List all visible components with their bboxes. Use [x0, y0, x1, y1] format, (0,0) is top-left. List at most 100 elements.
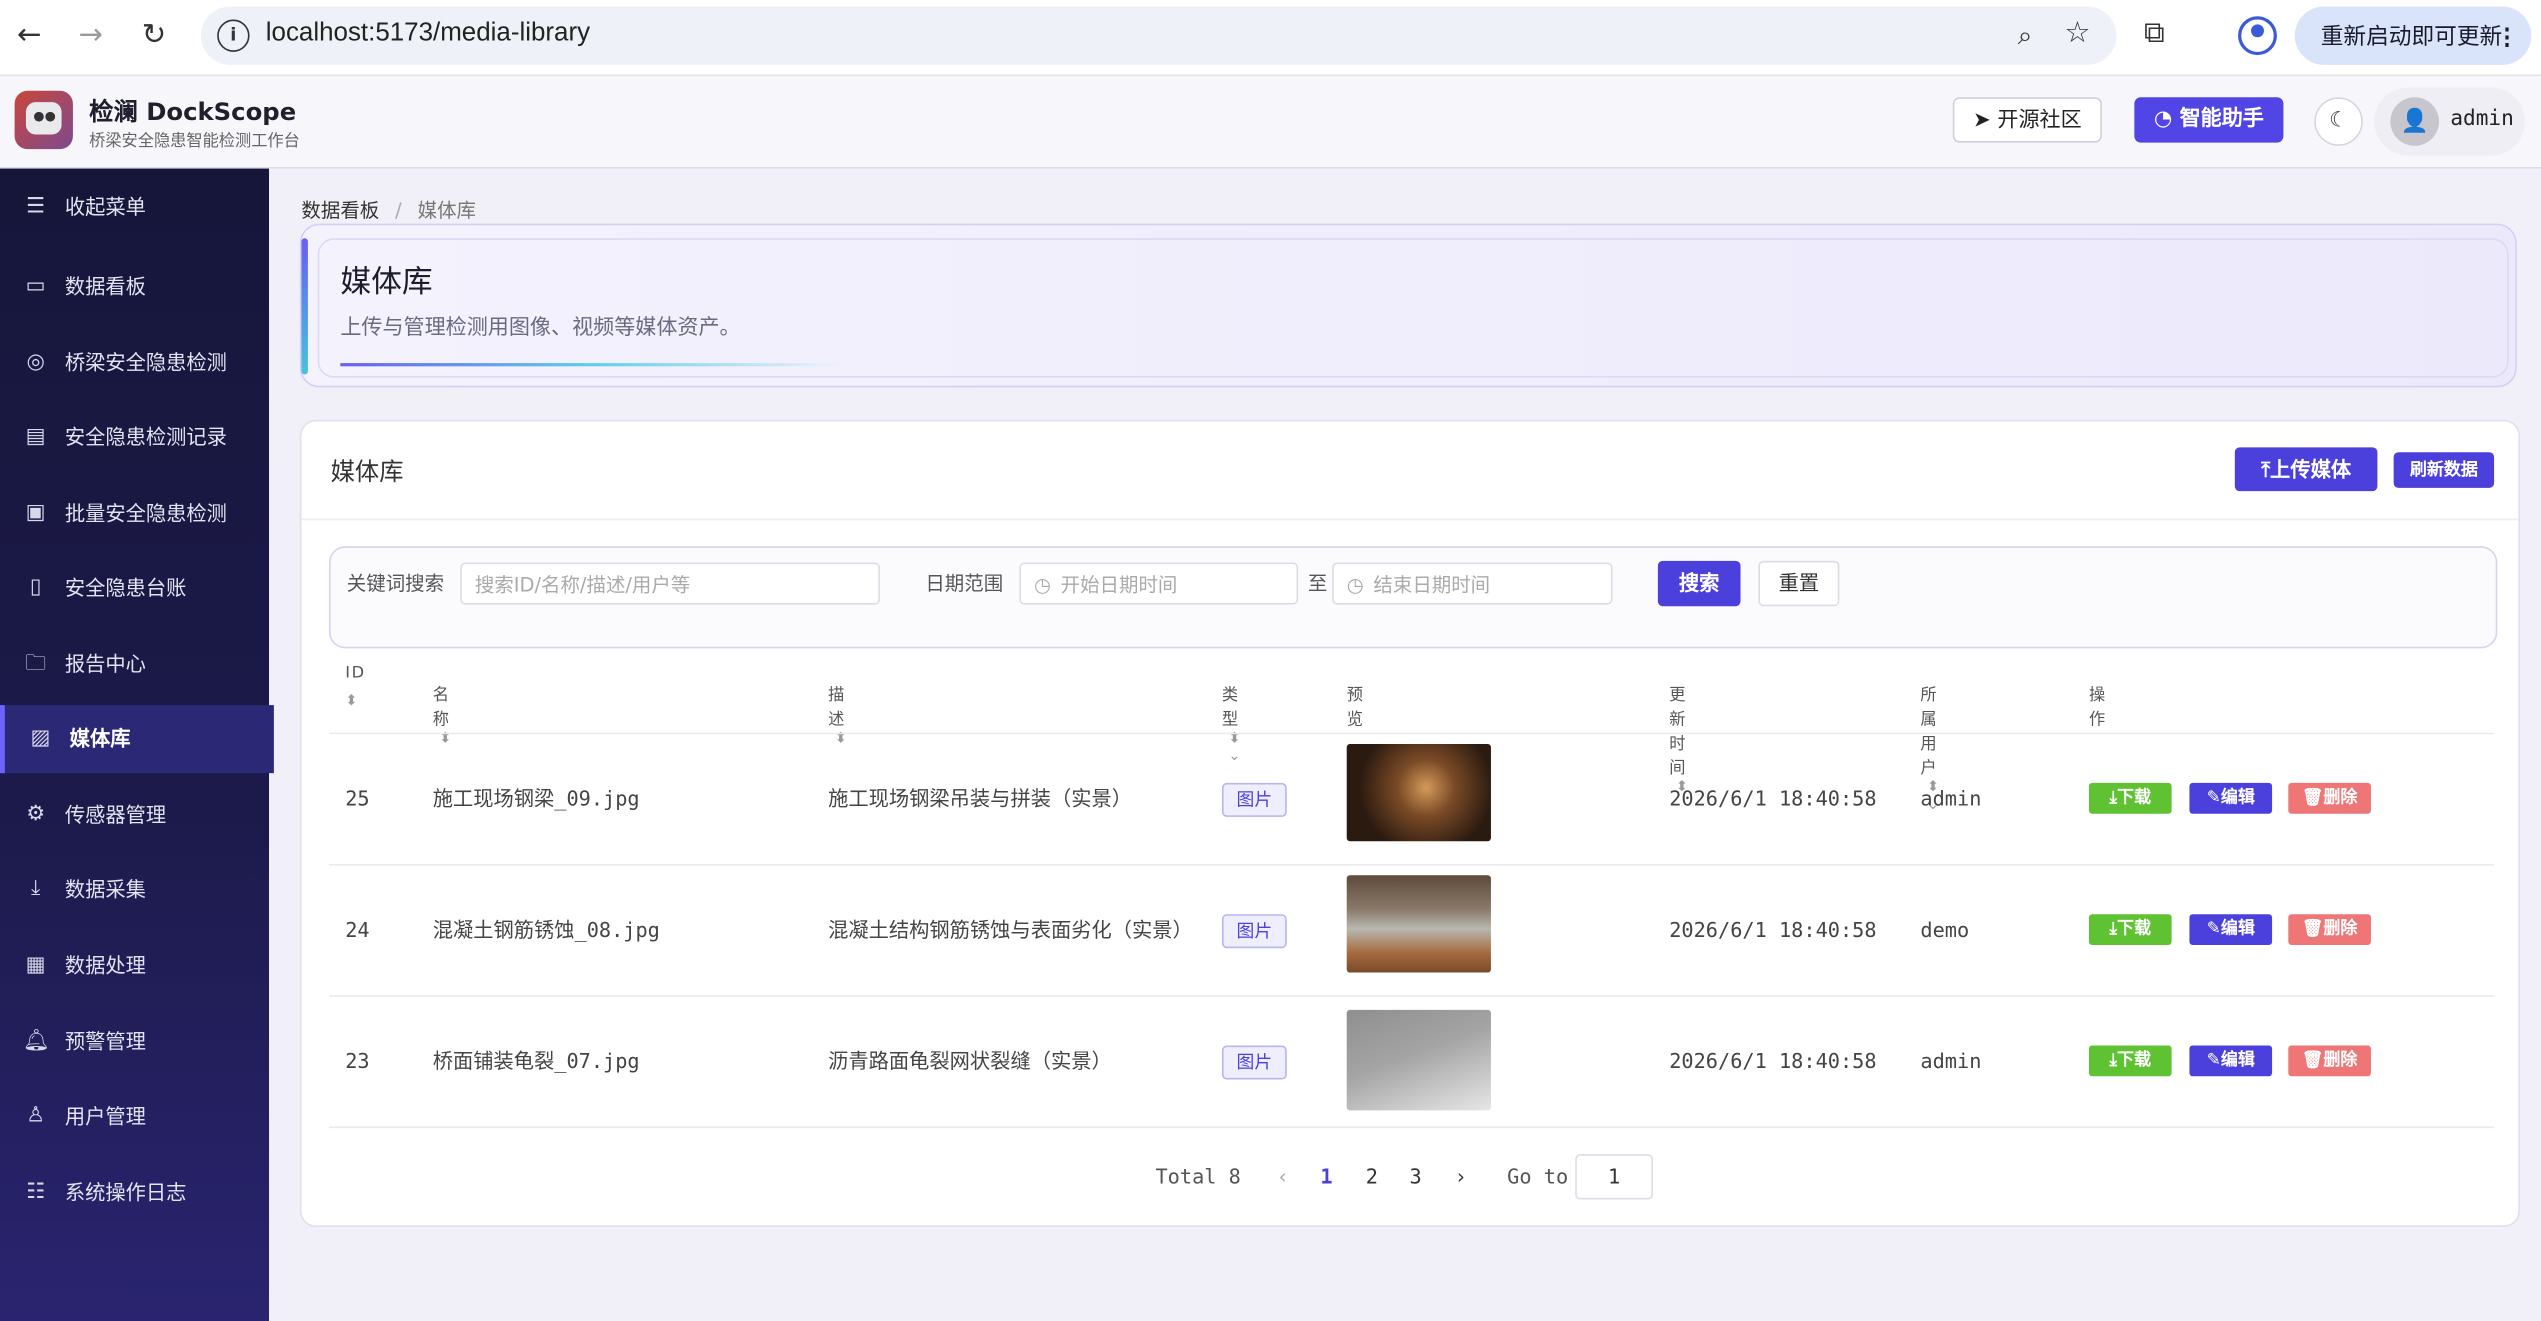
preview-thumbnail[interactable]	[1346, 875, 1491, 973]
delete-button[interactable]: 🗑︎删除	[2288, 782, 2371, 814]
table-row: 25 施工现场钢梁_09.jpg 施工现场钢梁吊装与拼装（实景） 图片 2026…	[328, 734, 2495, 866]
back-arrow-icon[interactable]: ←	[10, 16, 49, 55]
sidebar-item-label: 安全隐患检测记录	[64, 424, 227, 449]
upload-label: 上传媒体	[2270, 457, 2352, 482]
pagination-total: Total 8	[1155, 1163, 1241, 1189]
trash-icon: 🗑︎	[2301, 919, 2324, 939]
keyword-search-input[interactable]: 搜索ID/名称/描述/用户等	[460, 562, 880, 605]
update-label: 重新启动即可更新	[2320, 22, 2503, 49]
sidebar-item-collapse[interactable]: ☰ 收起菜单	[0, 173, 269, 241]
image-icon: ▨	[30, 726, 51, 751]
sort-icon[interactable]: ⬍	[345, 694, 359, 710]
dashboard-icon: ▭	[25, 273, 46, 299]
sidebar-item-label: 媒体库	[69, 726, 131, 751]
zoom-icon[interactable]: ⌕	[2018, 19, 2033, 51]
edit-button[interactable]: ✎编辑	[2189, 782, 2273, 814]
robot-logo-icon	[14, 90, 73, 150]
sidebar-item-label: 数据处理	[64, 953, 146, 978]
folder-icon: 🗀	[25, 651, 47, 676]
upload-media-button[interactable]: ⤒上传媒体	[2234, 447, 2378, 492]
assistant-label: 智能助手	[2179, 106, 2264, 132]
sidebar-item-batch-detection[interactable]: ▣ 批量安全隐患检测	[0, 480, 269, 548]
hero-frame	[317, 238, 2509, 378]
filter-bar: 关键词搜索 搜索ID/名称/描述/用户等 日期范围 ◷ 开始日期时间 至 ◷ 结束日…	[328, 546, 2498, 649]
edit-button[interactable]: ✎编辑	[2189, 1045, 2273, 1077]
card-title: 媒体库	[330, 457, 404, 487]
preview-thumbnail[interactable]	[1346, 1009, 1491, 1111]
sidebar-item-reports[interactable]: 🗀 报告中心	[0, 631, 269, 699]
sidebar-item-data-processing[interactable]: ▦ 数据处理	[0, 932, 269, 1000]
sidebar-item-dashboard[interactable]: ▭ 数据看板	[0, 253, 269, 321]
sidebar-item-users[interactable]: ♙ 用户管理	[0, 1083, 269, 1151]
sidebar-item-ledger[interactable]: ▯ 安全隐患台账	[0, 554, 269, 622]
clipboard-icon: ▤	[25, 424, 46, 449]
sidebar-item-sensors[interactable]: ⚙ 传感器管理	[0, 781, 269, 849]
cell-name: 混凝土钢筋锈蚀_08.jpg	[432, 917, 660, 942]
refresh-data-button[interactable]: 刷新数据	[2393, 452, 2495, 488]
reload-icon[interactable]: ↻	[135, 16, 174, 55]
community-button[interactable]: ➤ 开源社区	[1952, 97, 2102, 143]
delete-label: 删除	[2323, 919, 2358, 939]
cell-user: admin	[1920, 1048, 1982, 1074]
extensions-icon[interactable]: ⧉	[2144, 16, 2165, 50]
cell-desc: 混凝土结构钢筋锈蚀与表面劣化（实景）	[828, 917, 1193, 942]
goto-page-input[interactable]: 1	[1575, 1154, 1654, 1200]
address-bar[interactable]: i localhost:5173/media-library ⌕ ☆	[200, 6, 2117, 65]
page-hero: 媒体库 上传与管理检测用图像、视频等媒体资产。	[299, 223, 2517, 388]
sidebar-item-label: 桥梁安全隐患检测	[64, 350, 227, 375]
cell-name: 桥面铺装龟裂_07.jpg	[432, 1048, 640, 1074]
breadcrumb-root[interactable]: 数据看板	[301, 199, 379, 222]
user-menu[interactable]: 👤 admin	[2374, 87, 2525, 156]
bookmark-star-icon[interactable]: ☆	[2064, 16, 2090, 50]
forward-arrow-icon[interactable]: →	[71, 16, 110, 55]
delete-button[interactable]: 🗑︎删除	[2288, 914, 2371, 945]
start-datetime-input[interactable]: ◷ 开始日期时间	[1019, 562, 1299, 605]
profile-icon[interactable]	[2238, 16, 2277, 56]
type-badge: 图片	[1221, 914, 1287, 949]
sidebar-item-bridge-detection[interactable]: ◎ 桥梁安全隐患检测	[0, 329, 269, 397]
update-button[interactable]: 重新启动即可更新 ⋮	[2294, 6, 2532, 65]
brand-subtitle: 桥梁安全隐患智能检测工作台	[89, 132, 300, 151]
bell-icon: 🔔︎	[22, 1029, 50, 1054]
cell-name: 施工现场钢梁_09.jpg	[432, 786, 640, 811]
download-button[interactable]: ⤓下载	[2088, 914, 2172, 945]
sidebar-item-operation-log[interactable]: ☷ 系统操作日志	[0, 1159, 269, 1227]
preview-thumbnail[interactable]	[1346, 743, 1491, 842]
avatar: 👤	[2390, 97, 2440, 146]
trash-icon: 🗑︎	[2301, 787, 2324, 808]
page-3[interactable]: 3	[1393, 1154, 1438, 1200]
search-button[interactable]: 搜索	[1657, 560, 1741, 607]
sidebar-item-detection-records[interactable]: ▤ 安全隐患检测记录	[0, 404, 269, 472]
end-datetime-input[interactable]: ◷ 结束日期时间	[1332, 562, 1613, 605]
reset-button[interactable]: 重置	[1758, 560, 1840, 607]
end-placeholder: 结束日期时间	[1373, 573, 1491, 597]
download-button[interactable]: ⤓下载	[2088, 1045, 2172, 1077]
upload-icon: ⤒	[2261, 457, 2271, 482]
next-page-icon[interactable]: ›	[1439, 1154, 1483, 1200]
batch-icon: ▣	[25, 500, 46, 526]
download-button[interactable]: ⤓下载	[2088, 782, 2172, 814]
clock-icon: ◷	[1346, 573, 1364, 597]
moon-icon[interactable]: ☾	[2314, 97, 2363, 146]
table-row: 24 混凝土钢筋锈蚀_08.jpg 混凝土结构钢筋锈蚀与表面劣化（实景） 图片 …	[328, 866, 2495, 997]
sidebar-item-media-library[interactable]: ▨ 媒体库	[0, 705, 274, 774]
page-1[interactable]: 1	[1304, 1154, 1349, 1200]
sidebar-item-alerts[interactable]: 🔔︎ 预警管理	[0, 1008, 269, 1076]
cell-desc: 沥青路面龟裂网状裂缝（实景）	[828, 1048, 1112, 1074]
edit-label: 编辑	[2220, 919, 2255, 939]
edit-icon: ✎	[2206, 1050, 2221, 1070]
sidebar-item-data-collection[interactable]: ⤓ 数据采集	[0, 856, 269, 924]
more-vert-icon[interactable]: ⋮	[2496, 6, 2519, 64]
download-label: 下载	[2117, 919, 2152, 939]
site-info-icon[interactable]: i	[217, 19, 250, 52]
prev-page-icon[interactable]: ‹	[1260, 1154, 1305, 1200]
page-2[interactable]: 2	[1349, 1154, 1394, 1200]
assistant-button[interactable]: ◔ 智能助手	[2134, 97, 2284, 143]
clock-icon: ◷	[1033, 573, 1051, 597]
browser-toolbar: ← → ↻ i localhost:5173/media-library ⌕ ☆…	[0, 0, 2541, 77]
cell-user: admin	[1920, 786, 1982, 811]
delete-button[interactable]: 🗑︎删除	[2288, 1045, 2371, 1077]
sliders-icon: ☷	[26, 1180, 46, 1205]
url-text[interactable]: localhost:5173/media-library	[266, 19, 590, 48]
edit-button[interactable]: ✎编辑	[2189, 914, 2273, 945]
